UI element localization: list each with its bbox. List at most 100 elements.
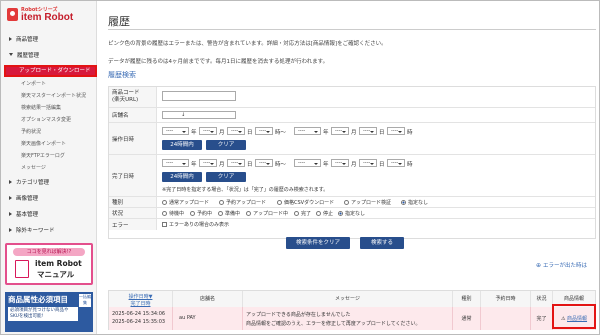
sidebar-subitem-upload-download[interactable]: アップロード・ダウンロード bbox=[4, 65, 97, 77]
attribute-banner-title: 商品属性必須項目 bbox=[8, 295, 68, 304]
col-message: メッセージ bbox=[243, 291, 453, 307]
op-from-month-select[interactable]: ---- bbox=[199, 127, 217, 135]
sidebar-subitem-rakuten-master[interactable]: 楽天マスターインポート状況 bbox=[21, 92, 86, 99]
done-to-day-unit: 日 bbox=[379, 162, 385, 168]
type-radio-verify[interactable]: アップロード検証 bbox=[344, 199, 391, 206]
status-radio-uploading[interactable]: アップロード中 bbox=[246, 210, 288, 217]
reset-search-button[interactable]: 検索条件をクリア bbox=[286, 237, 350, 249]
op-24h-button[interactable]: 24時間内 bbox=[162, 140, 202, 150]
sidebar-item-exclude-keywords[interactable]: 除外キーワード bbox=[5, 225, 95, 234]
complete-date-note: ※完了日時を指定する場合、「状況」は「完了」の履歴のみ検索されます。 bbox=[162, 187, 329, 193]
op-to-hour-unit: 時 bbox=[407, 130, 413, 136]
done-from-month-select[interactable]: ---- bbox=[199, 159, 217, 167]
col-op-date[interactable]: 操作日時▼ bbox=[109, 293, 172, 300]
search-button[interactable]: 検索する bbox=[360, 237, 404, 249]
cell-reserve bbox=[481, 307, 531, 330]
search-section-title: 履歴検索 bbox=[108, 71, 136, 79]
op-from-year-select[interactable]: ---- bbox=[162, 127, 189, 135]
manual-banner-title: item Robot bbox=[35, 259, 82, 268]
col-done-date[interactable]: 完了日時 bbox=[109, 300, 172, 307]
done-to-day-select[interactable]: ---- bbox=[359, 159, 377, 167]
manual-banner-subtitle: マニュアル bbox=[37, 270, 75, 279]
status-radio-reserved[interactable]: 予約中 bbox=[190, 210, 212, 217]
form-row-product-code: 商品コード (楽天URL) bbox=[109, 87, 595, 108]
chevron-right-icon bbox=[9, 211, 12, 216]
attribute-banner-badge: 一括編集 bbox=[79, 294, 91, 307]
attribute-banner[interactable]: 商品属性必須項目 一括編集 必須項目が見つけない商品やSKUを検出可能! bbox=[5, 292, 93, 332]
sidebar-subitem-option-master[interactable]: オプションマスタ変更 bbox=[21, 116, 71, 123]
note-retention: データが履歴に残るのは4ヶ月前までです。毎月1日に履歴を消去する処理が行われます… bbox=[108, 59, 329, 65]
op-to-hour-select[interactable]: ---- bbox=[387, 127, 405, 135]
operation-date-label: 操作日時 bbox=[112, 136, 135, 143]
type-radio-price-csv[interactable]: 価格CSVダウンロード bbox=[277, 199, 334, 206]
done-to-month-select[interactable]: ---- bbox=[331, 159, 349, 167]
status-radio-complete[interactable]: 完了 bbox=[294, 210, 311, 217]
attribute-banner-text: 必須項目が見つけない商品やSKUを検出可能! bbox=[8, 307, 78, 321]
complete-date-label: 完了日時 bbox=[112, 173, 135, 180]
product-code-label: 商品コード (楽天URL) bbox=[112, 90, 140, 103]
sidebar-item-products[interactable]: 商品管理 bbox=[5, 34, 95, 43]
op-from-day-select[interactable]: ---- bbox=[227, 127, 245, 135]
done-to-year-select[interactable]: ---- bbox=[294, 159, 321, 167]
type-radio-none[interactable]: 指定なし bbox=[401, 199, 428, 206]
status-radio-preparing[interactable]: 準備中 bbox=[218, 210, 240, 217]
cell-status: 完了 bbox=[531, 307, 553, 330]
chevron-down-icon bbox=[9, 53, 13, 56]
error-label: エラー bbox=[112, 222, 129, 229]
logo[interactable]: Robotシリーズ item Robot bbox=[7, 6, 93, 26]
error-only-checkbox[interactable]: エラーありの場合のみ表示 bbox=[162, 221, 229, 228]
op-clear-button[interactable]: クリア bbox=[206, 140, 246, 150]
done-from-day-unit: 日 bbox=[247, 162, 253, 168]
sidebar-subitem-messages[interactable]: メッセージ bbox=[21, 164, 46, 171]
sidebar-subitem-rakuten-image[interactable]: 楽天画像インポート bbox=[21, 140, 66, 147]
error-help-link[interactable]: ⊕ エラーが出た時は bbox=[536, 261, 587, 269]
sidebar-item-category[interactable]: カテゴリ管理 bbox=[5, 177, 95, 186]
col-store: 店舗名 bbox=[173, 291, 243, 307]
op-to-year-unit: 年 bbox=[323, 130, 329, 136]
sidebar-subitem-reservations[interactable]: 予約状況 bbox=[21, 128, 41, 135]
done-from-day-select[interactable]: ---- bbox=[227, 159, 245, 167]
sidebar-subitem-ftp-log[interactable]: 楽天FTPエラーログ bbox=[21, 152, 65, 159]
sidebar-subitem-import[interactable]: インポート bbox=[21, 80, 46, 87]
form-row-complete-date: 完了日時 ---- 年 ---- 月 ---- 日 ---- 時〜 ---- 年… bbox=[109, 155, 595, 197]
history-table: 操作日時▼ 完了日時 店舗名 メッセージ 種別 予約日時 状況 商品情報 202… bbox=[108, 290, 596, 330]
sidebar-item-history[interactable]: 履歴管理 bbox=[5, 50, 95, 59]
op-from-hour-select[interactable]: ---- bbox=[255, 127, 273, 135]
cell-message-line1: アップロードできる商品が存在しませんでした bbox=[246, 312, 351, 318]
sidebar-item-images[interactable]: 画像管理 bbox=[5, 193, 95, 202]
form-row-store: 店舗名 ↓ bbox=[109, 108, 595, 123]
product-code-input[interactable] bbox=[162, 91, 236, 101]
status-radio-none[interactable]: 指定なし bbox=[338, 210, 365, 217]
sidebar-subitem-bulk-edit[interactable]: 検索結果一括編集 bbox=[21, 104, 61, 111]
chevron-right-icon bbox=[9, 227, 12, 232]
done-from-year-unit: 年 bbox=[191, 162, 197, 168]
store-label: 店舗名 bbox=[112, 113, 129, 119]
robot-logo-icon bbox=[7, 8, 18, 21]
done-from-hour-select[interactable]: ---- bbox=[255, 159, 273, 167]
manual-banner[interactable]: ココを見れば解決!? item Robot マニュアル bbox=[5, 243, 93, 285]
col-status: 状況 bbox=[531, 291, 553, 307]
logo-name: item Robot bbox=[21, 12, 74, 23]
done-24h-button[interactable]: 24時間内 bbox=[162, 172, 202, 182]
form-row-type: 種別 通常アップロード 予約アップロード 価格CSVダウンロード アップロード検… bbox=[109, 197, 595, 208]
done-to-hour-select[interactable]: ---- bbox=[387, 159, 405, 167]
done-from-year-select[interactable]: ---- bbox=[162, 159, 189, 167]
col-dates[interactable]: 操作日時▼ 完了日時 bbox=[109, 291, 173, 307]
status-label: 状況 bbox=[112, 211, 124, 217]
done-clear-button[interactable]: クリア bbox=[206, 172, 246, 182]
sidebar: Robotシリーズ item Robot 商品管理 履歴管理 アップロード・ダウ… bbox=[1, 1, 97, 334]
op-to-day-unit: 日 bbox=[379, 130, 385, 136]
note-error-rows: ピンク色の背景の履歴はエラーまたは、警告が含まれています。詳細・対応方法は[商品… bbox=[108, 41, 387, 47]
status-radio-stopped[interactable]: 停止 bbox=[316, 210, 333, 217]
type-radio-normal[interactable]: 通常アップロード bbox=[162, 199, 209, 206]
checkbox-icon bbox=[162, 222, 167, 227]
op-to-year-select[interactable]: ---- bbox=[294, 127, 321, 135]
page-title: 履歴 bbox=[108, 15, 130, 28]
cell-type: 通常 bbox=[453, 307, 481, 330]
status-radio-waiting[interactable]: 待機中 bbox=[162, 210, 184, 217]
op-to-day-select[interactable]: ---- bbox=[359, 127, 377, 135]
type-radio-reserved[interactable]: 予約アップロード bbox=[219, 199, 266, 206]
op-to-month-select[interactable]: ---- bbox=[331, 127, 349, 135]
store-select[interactable]: ↓ bbox=[162, 111, 236, 119]
sidebar-item-basic[interactable]: 基本管理 bbox=[5, 209, 95, 218]
